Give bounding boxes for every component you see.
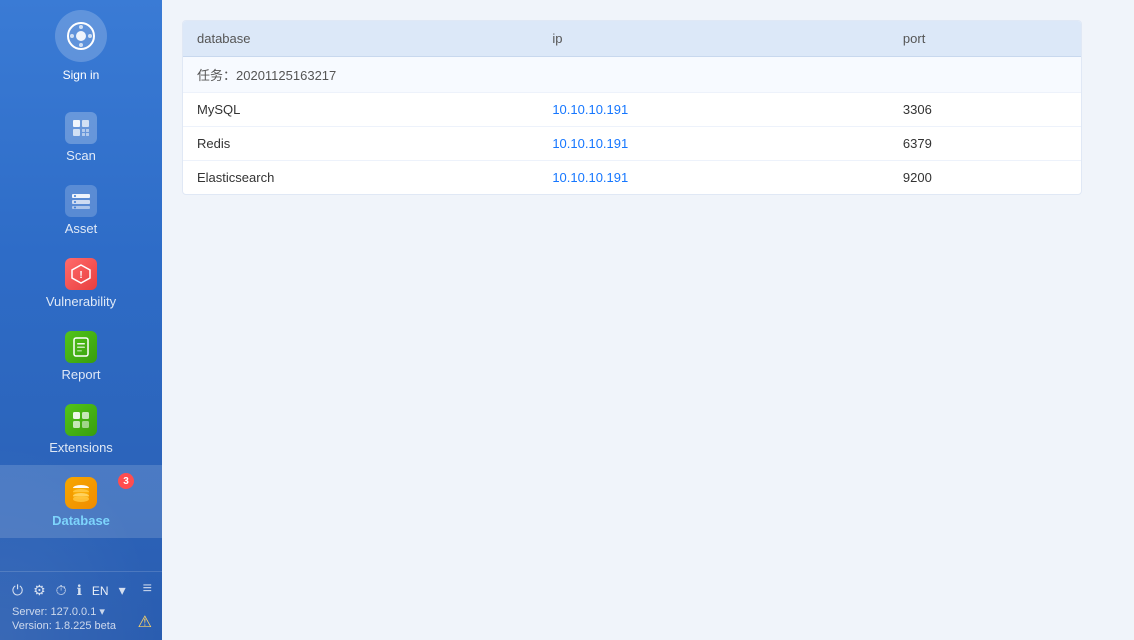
db-port-elasticsearch: 9200 bbox=[889, 161, 1081, 195]
server-dropdown-icon[interactable]: ▾ bbox=[99, 605, 105, 618]
table-row: Redis 10.10.10.191 6379 bbox=[183, 127, 1081, 161]
sidebar-item-asset[interactable]: Asset bbox=[0, 173, 162, 246]
sidebar-item-label-asset: Asset bbox=[65, 221, 98, 236]
lang-selector[interactable]: EN bbox=[92, 584, 109, 598]
logo-icon[interactable] bbox=[55, 10, 107, 62]
db-name-redis: Redis bbox=[183, 127, 538, 161]
table-row: Elasticsearch 10.10.10.191 9200 bbox=[183, 161, 1081, 195]
sidebar-item-label-scan: Scan bbox=[66, 148, 96, 163]
warning-icon[interactable]: ⚠ bbox=[138, 612, 152, 632]
report-icon bbox=[65, 331, 97, 363]
power-icon[interactable]: ⏻ bbox=[12, 582, 23, 599]
table-header-row: database ip port bbox=[183, 21, 1081, 57]
asset-icon bbox=[65, 185, 97, 217]
vulnerability-icon: ! bbox=[65, 258, 97, 290]
version-value: Version: 1.8.225 beta bbox=[12, 620, 116, 632]
bottom-icons: ⏻ ⚙ ⏱ ℹ EN ▾ bbox=[12, 582, 150, 599]
extensions-icon bbox=[65, 404, 97, 436]
col-header-port: port bbox=[889, 21, 1081, 57]
clock-icon[interactable]: ⏱ bbox=[56, 582, 67, 599]
database-badge: 3 bbox=[118, 473, 134, 489]
db-ip-elasticsearch[interactable]: 10.10.10.191 bbox=[538, 161, 889, 195]
info-icon[interactable]: ℹ bbox=[77, 582, 82, 599]
sidebar-item-database[interactable]: 3 Database bbox=[0, 465, 162, 538]
sidebar-bottom: ⏻ ⚙ ⏱ ℹ EN ▾ Server: 127.0.0.1 ▾ Version… bbox=[0, 571, 162, 640]
sidebar-item-extensions[interactable]: Extensions bbox=[0, 392, 162, 465]
db-port-mysql: 3306 bbox=[889, 93, 1081, 127]
db-name-elasticsearch: Elasticsearch bbox=[183, 161, 538, 195]
col-header-ip: ip bbox=[538, 21, 889, 57]
sidebar-item-label-report: Report bbox=[61, 367, 100, 382]
svg-text:!: ! bbox=[79, 270, 82, 281]
scan-icon bbox=[65, 112, 97, 144]
db-name-mysql: MySQL bbox=[183, 93, 538, 127]
server-value[interactable]: 127.0.0.1 bbox=[50, 606, 96, 618]
logo-area: Sign in bbox=[55, 10, 107, 82]
db-ip-mysql[interactable]: 10.10.10.191 bbox=[538, 93, 889, 127]
sidebar-item-report[interactable]: Report bbox=[0, 319, 162, 392]
sidebar-item-vulnerability[interactable]: ! Vulnerability bbox=[0, 246, 162, 319]
sidebar-item-label-extensions: Extensions bbox=[49, 440, 113, 455]
task-label: 任务：20201125163217 bbox=[183, 57, 1081, 93]
hamburger-icon[interactable]: ≡ bbox=[143, 580, 152, 598]
server-label: Server: bbox=[12, 606, 47, 618]
table-row: MySQL 10.10.10.191 3306 bbox=[183, 93, 1081, 127]
database-icon bbox=[65, 477, 97, 509]
lang-chevron[interactable]: ▾ bbox=[119, 582, 126, 599]
db-ip-redis[interactable]: 10.10.10.191 bbox=[538, 127, 889, 161]
sidebar: Sign in Scan bbox=[0, 0, 162, 640]
sidebar-item-label-vulnerability: Vulnerability bbox=[46, 294, 116, 309]
server-line: Server: 127.0.0.1 ▾ bbox=[12, 605, 150, 618]
database-table: database ip port 任务：20201125163217 MySQL… bbox=[182, 20, 1082, 195]
settings-icon[interactable]: ⚙ bbox=[33, 582, 46, 599]
task-row: 任务：20201125163217 bbox=[183, 57, 1081, 93]
col-header-database: database bbox=[183, 21, 538, 57]
sidebar-item-label-database: Database bbox=[52, 513, 110, 528]
version-line: Version: 1.8.225 beta bbox=[12, 620, 150, 632]
sign-in-label[interactable]: Sign in bbox=[63, 68, 100, 82]
sidebar-item-scan[interactable]: Scan bbox=[0, 100, 162, 173]
db-port-redis: 6379 bbox=[889, 127, 1081, 161]
main-content: database ip port 任务：20201125163217 MySQL… bbox=[162, 0, 1134, 640]
